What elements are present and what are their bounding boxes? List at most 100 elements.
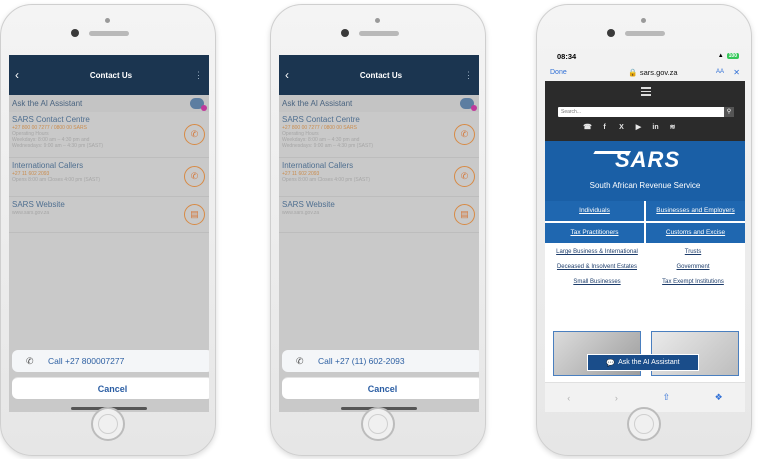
back-arrow-icon[interactable]: ‹	[285, 68, 299, 82]
back-icon[interactable]: ‹	[567, 393, 570, 403]
menu-icon[interactable]	[641, 87, 651, 98]
call-label: Call +27 800007277	[48, 356, 125, 366]
front-camera	[71, 29, 79, 37]
home-button[interactable]	[91, 407, 125, 441]
phone-icon[interactable]: ✆	[454, 123, 475, 145]
app-bar: ‹ Contact Us ⋮	[279, 55, 479, 95]
call-action-button[interactable]: ✆ Call +27 800007277	[12, 350, 209, 372]
earpiece-speaker	[89, 31, 129, 36]
home-button[interactable]	[361, 407, 395, 441]
list-item-international[interactable]: International Callers +27 11 602 2093 Op…	[279, 158, 479, 197]
youtube-icon[interactable]: ▶	[634, 123, 643, 132]
forward-icon[interactable]: ›	[615, 393, 618, 403]
front-camera	[341, 29, 349, 37]
list-item-website[interactable]: SARS Website www.sars.gov.za ▤	[279, 197, 479, 233]
status-icons: ▲ 100	[718, 53, 739, 59]
contact-detail: Opens 8:00 am Closes 4:00 pm (SAST)	[282, 177, 371, 183]
front-camera	[607, 29, 615, 37]
link-tax-exempt[interactable]: Tax Exempt Institutions	[645, 279, 741, 286]
ai-assistant-row[interactable]: Ask the AI Assistant	[279, 95, 479, 112]
phone-icon: ✆	[26, 355, 34, 366]
proximity-sensor	[105, 18, 110, 23]
site-search[interactable]: Search... ⚲	[558, 107, 734, 117]
whatsapp-icon[interactable]: ☎	[583, 123, 592, 132]
link-government[interactable]: Government	[645, 264, 741, 271]
ai-assistant-button[interactable]: 💬 Ask the AI Assistant	[587, 354, 699, 371]
cancel-button[interactable]: Cancel	[12, 377, 209, 399]
link-large-business[interactable]: Large Business & International	[549, 249, 645, 256]
phone-screen-3: 08:34 ▲ 100 Done 🔒 sars.gov.za AA ✕ Sear…	[545, 49, 745, 412]
more-options-icon[interactable]: ⋮	[463, 70, 473, 81]
app-bar: ‹ Contact Us ⋮	[9, 55, 209, 95]
cancel-button[interactable]: Cancel	[282, 377, 479, 399]
sars-banner: SARS South African Revenue Service	[545, 141, 745, 201]
facebook-icon[interactable]: f	[600, 123, 609, 132]
battery-level: 100	[726, 53, 739, 59]
status-bar: 08:34 ▲ 100	[545, 49, 745, 63]
link-trusts[interactable]: Trusts	[645, 249, 741, 256]
search-icon[interactable]: ⚲	[724, 107, 734, 117]
phone-screen-1: ‹ Contact Us ⋮ Ask the AI Assistant SARS…	[9, 55, 209, 412]
list-item-website[interactable]: SARS Website www.sars.gov.za ▤	[9, 197, 209, 233]
social-links: ☎ f X ▶ in ≋	[583, 123, 677, 132]
nav-tax-practitioners[interactable]: Tax Practitioners	[545, 223, 644, 243]
ai-assistant-row[interactable]: Ask the AI Assistant	[9, 95, 209, 112]
contact-title: SARS Contact Centre	[282, 115, 360, 124]
contact-detail: Wednesdays: 9:00 am – 4:30 pm (SAST)	[282, 143, 374, 149]
page-title: Contact Us	[89, 70, 133, 80]
call-label: Call +27 (11) 602-2093	[318, 356, 405, 366]
list-item-contact-centre[interactable]: SARS Contact Centre +27 800 00 7277 / 08…	[9, 112, 209, 158]
web-page-icon[interactable]: ▤	[454, 203, 475, 225]
proximity-sensor	[375, 18, 380, 23]
earpiece-speaker	[625, 31, 665, 36]
compass-icon[interactable]: ❖	[715, 392, 723, 403]
linkedin-icon[interactable]: in	[651, 123, 660, 132]
phone-frame-3: 08:34 ▲ 100 Done 🔒 sars.gov.za AA ✕ Sear…	[536, 4, 752, 456]
web-page-icon[interactable]: ▤	[184, 203, 205, 225]
earpiece-speaker	[359, 31, 399, 36]
x-twitter-icon[interactable]: X	[617, 123, 626, 132]
proximity-sensor	[641, 18, 646, 23]
nav-customs-excise[interactable]: Customs and Excise	[646, 223, 745, 243]
home-button[interactable]	[627, 407, 661, 441]
contact-title: International Callers	[12, 161, 84, 170]
contact-title: International Callers	[282, 161, 354, 170]
done-button[interactable]: Done	[550, 69, 590, 76]
back-arrow-icon[interactable]: ‹	[15, 68, 29, 82]
nav-individuals[interactable]: Individuals	[545, 201, 644, 221]
share-icon[interactable]: ⇧	[662, 392, 670, 403]
wifi-icon: ▲	[717, 53, 724, 59]
chat-bot-icon	[190, 98, 207, 111]
contact-detail: Wednesdays: 9:00 am – 4:30 pm (SAST)	[12, 143, 104, 149]
nav-businesses-employers[interactable]: Businesses and Employers	[646, 201, 745, 221]
page-title: Contact Us	[359, 70, 403, 80]
phone-icon[interactable]: ✆	[454, 166, 475, 187]
phone-icon[interactable]: ✆	[184, 166, 205, 187]
contact-detail: www.sars.gov.za	[12, 210, 50, 216]
close-icon[interactable]: ✕	[730, 68, 740, 77]
contact-title: SARS Contact Centre	[12, 115, 90, 124]
contact-detail: Opens 8:00 am Closes 4:00 pm (SAST)	[12, 177, 101, 183]
phone-frame-1: ‹ Contact Us ⋮ Ask the AI Assistant SARS…	[0, 4, 216, 456]
link-small-businesses[interactable]: Small Businesses	[549, 279, 645, 286]
rss-icon[interactable]: ≋	[668, 123, 677, 132]
ai-assistant-label: Ask the AI Assistant	[282, 99, 353, 108]
phone-icon[interactable]: ✆	[184, 123, 205, 145]
call-action-button[interactable]: ✆ Call +27 (11) 602-2093	[282, 350, 479, 372]
link-deceased-estates[interactable]: Deceased & Insolvent Estates	[549, 264, 645, 271]
search-input[interactable]: Search...	[558, 109, 724, 115]
contact-detail: www.sars.gov.za	[282, 210, 320, 216]
ai-assistant-label: Ask the AI Assistant	[12, 99, 83, 108]
quick-links: Large Business & International Trusts De…	[545, 243, 745, 286]
site-header: Search... ⚲ ☎ f X ▶ in ≋	[545, 81, 745, 141]
phone-icon: ✆	[296, 355, 304, 366]
list-item-international[interactable]: International Callers +27 11 602 2093 Op…	[9, 158, 209, 197]
reader-settings-button[interactable]: AA	[716, 69, 730, 75]
address-field[interactable]: 🔒 sars.gov.za	[590, 68, 716, 77]
contact-title: SARS Website	[12, 200, 65, 209]
main-nav: Individuals Businesses and Employers Tax…	[545, 201, 745, 243]
browser-url-bar: Done 🔒 sars.gov.za AA ✕	[545, 63, 745, 81]
more-options-icon[interactable]: ⋮	[193, 70, 203, 81]
list-item-contact-centre[interactable]: SARS Contact Centre +27 800 00 7277 / 08…	[279, 112, 479, 158]
screenshot-stage: ‹ Contact Us ⋮ Ask the AI Assistant SARS…	[0, 0, 768, 459]
